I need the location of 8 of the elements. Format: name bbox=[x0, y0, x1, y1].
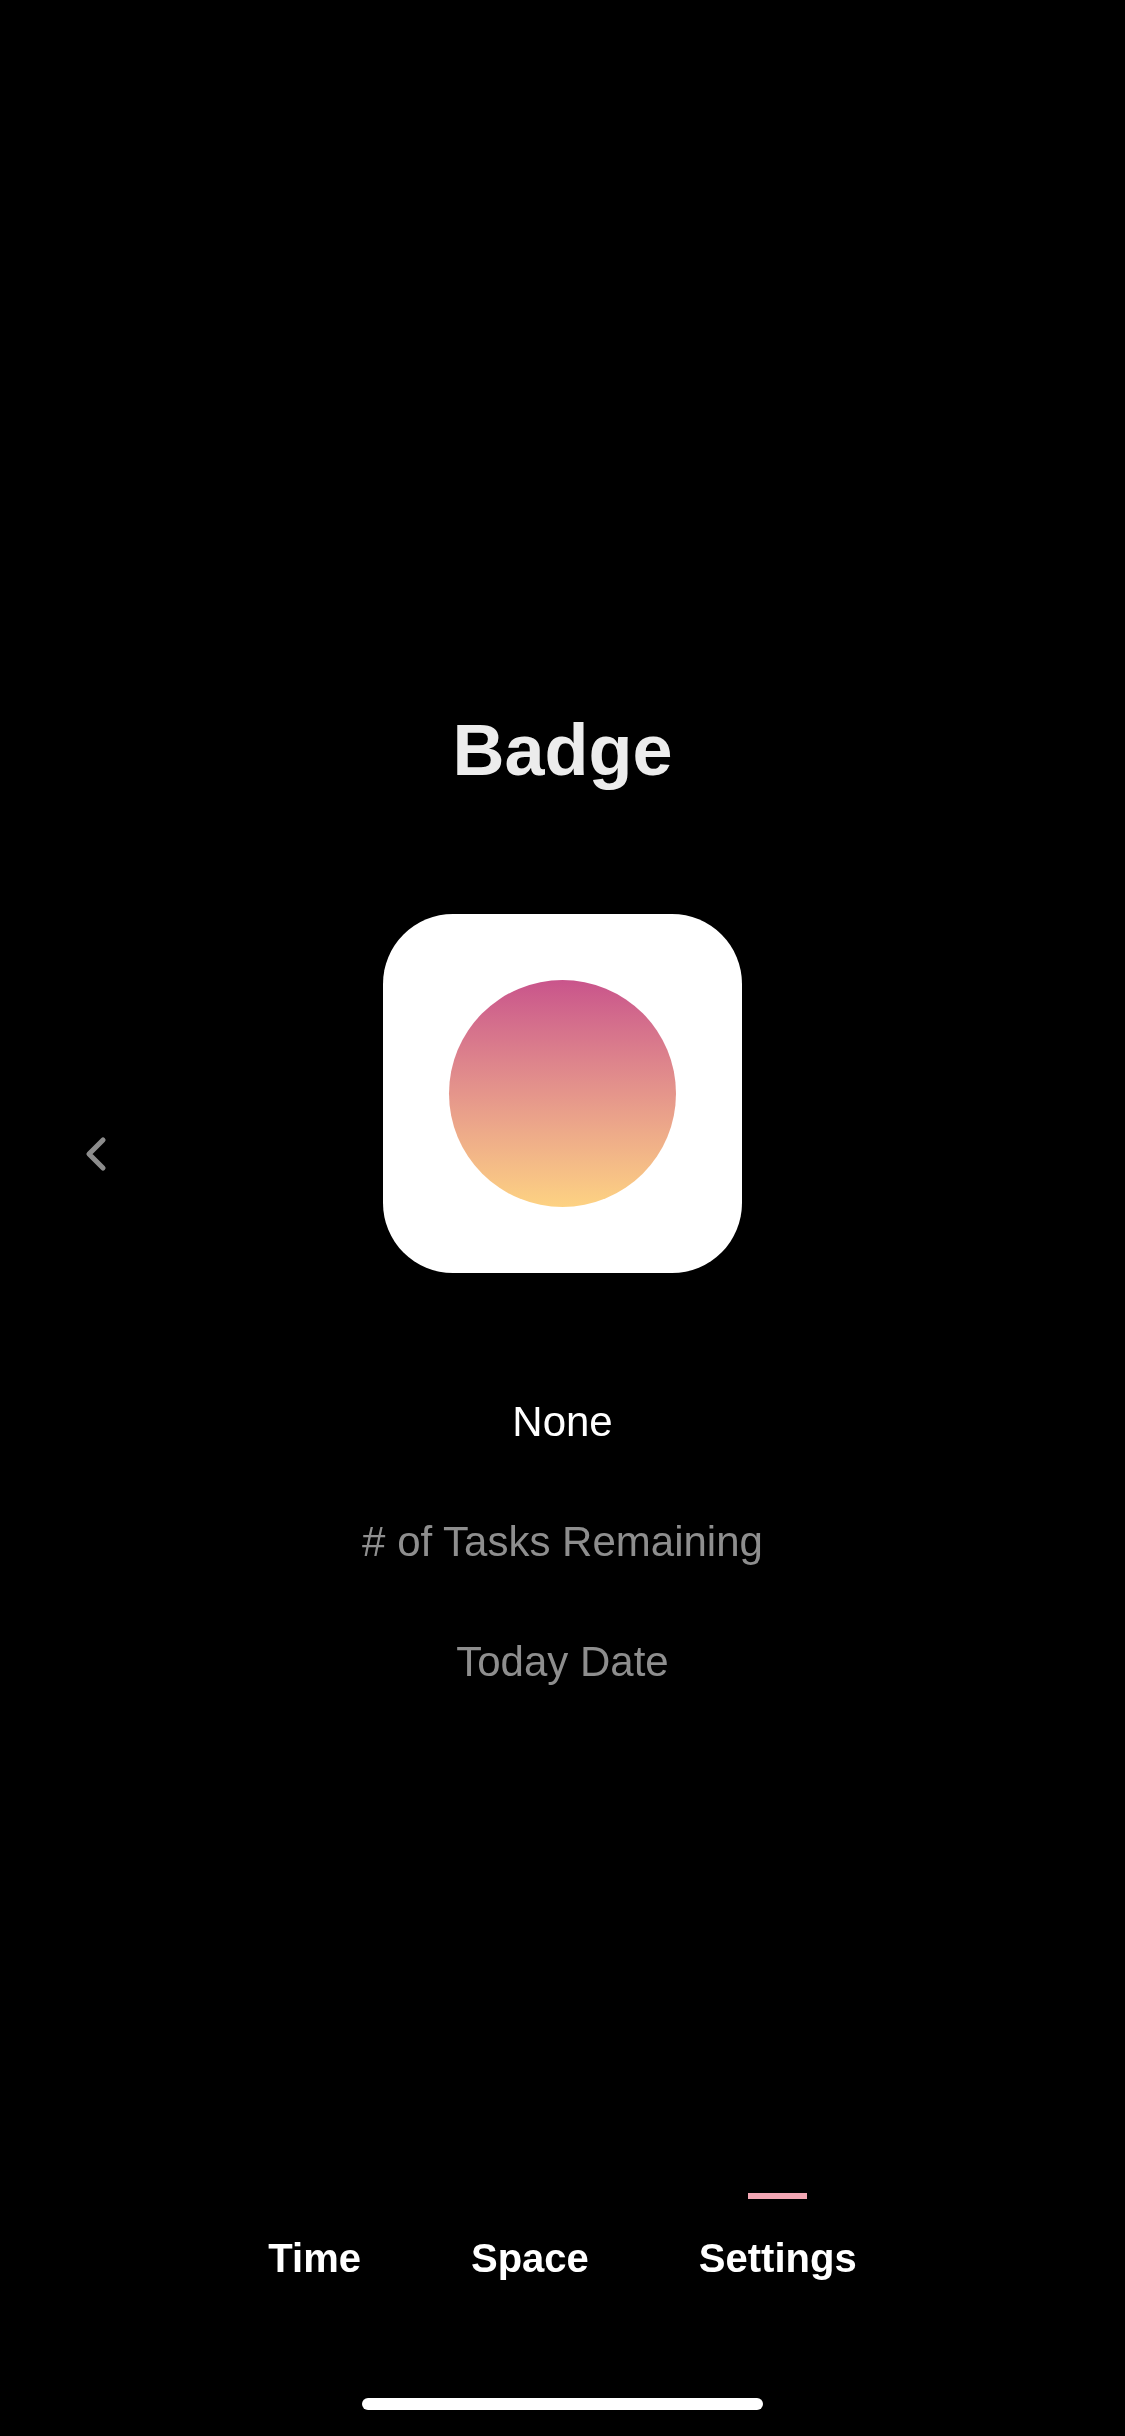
badge-option[interactable]: # of Tasks Remaining bbox=[362, 1517, 763, 1567]
tab[interactable]: Space bbox=[471, 2193, 589, 2282]
tab[interactable]: Settings bbox=[698, 2193, 857, 2282]
badge-option[interactable]: None bbox=[512, 1397, 613, 1447]
badge-option[interactable]: Today Date bbox=[456, 1637, 669, 1687]
page-title: Badge bbox=[452, 709, 673, 792]
badge-preview-icon bbox=[383, 914, 742, 1273]
tab[interactable]: Time bbox=[268, 2193, 361, 2282]
